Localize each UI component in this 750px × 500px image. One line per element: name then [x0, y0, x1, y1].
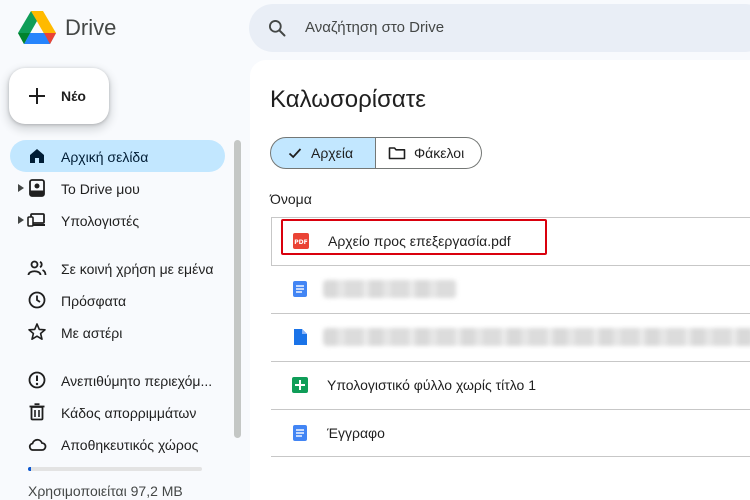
sidebar-item-my-drive[interactable]: Το Drive μου: [10, 172, 225, 204]
file-row[interactable]: [271, 265, 750, 313]
search-input[interactable]: Αναζήτηση στο Drive: [305, 19, 444, 36]
storage-used-text: Χρησιμοποιείται 97,2 MB: [28, 483, 183, 499]
sidebar-item-label: Σε κοινή χρήση με εμένα: [61, 261, 214, 277]
file-icon: [294, 329, 307, 345]
sidebar-item-home[interactable]: Αρχική σελίδα: [10, 140, 225, 172]
filter-files-button[interactable]: Αρχεία: [270, 137, 376, 169]
plus-icon: [29, 88, 45, 104]
file-row[interactable]: [271, 313, 750, 361]
main-panel: Καλωσορίσατε Αρχεία Φάκελοι Όνομα PDF Αρ…: [250, 60, 750, 500]
sidebar-item-recent[interactable]: Πρόσφατα: [10, 284, 225, 316]
column-header-name[interactable]: Όνομα: [270, 191, 312, 207]
storage-progress-bar: [28, 467, 202, 471]
my-drive-icon: [29, 179, 45, 197]
sidebar-item-computers[interactable]: Υπολογιστές: [10, 204, 225, 236]
storage-progress-fill: [28, 467, 32, 471]
sidebar-item-storage[interactable]: Αποθηκευτικός χώρος: [10, 428, 225, 460]
page-title: Καλωσορίσατε: [270, 86, 426, 113]
sidebar-item-trash[interactable]: Κάδος απορριμμάτων: [10, 396, 225, 428]
clock-icon: [28, 291, 46, 309]
sidebar-item-label: Κάδος απορριμμάτων: [61, 405, 197, 421]
sidebar-item-label: Ανεπιθύμητο περιεχόμ...: [61, 373, 213, 389]
filter-folders-button[interactable]: Φάκελοι: [376, 137, 482, 169]
highlight-box: [281, 219, 547, 255]
shared-icon: [27, 260, 47, 276]
docs-file-icon: [293, 425, 307, 441]
home-icon: [30, 149, 44, 163]
filter-segmented-control: Αρχεία Φάκελοι: [270, 137, 482, 169]
caret-right-icon[interactable]: [18, 184, 24, 192]
folder-icon: [388, 147, 406, 160]
file-row[interactable]: Υπολογιστικό φύλλο χωρίς τίτλο 1: [271, 361, 750, 409]
search-icon[interactable]: [267, 18, 287, 38]
sidebar-item-shared[interactable]: Σε κοινή χρήση με εμένα: [10, 252, 225, 284]
drive-logo-icon[interactable]: [18, 10, 56, 46]
file-row[interactable]: Έγγραφο: [271, 409, 750, 457]
obscured-file-name: [323, 328, 750, 346]
sheets-file-icon: [292, 377, 308, 393]
check-icon: [288, 148, 302, 159]
file-name[interactable]: Υπολογιστικό φύλλο χωρίς τίτλο 1: [327, 377, 536, 393]
sidebar-item-starred[interactable]: Με αστέρι: [10, 316, 225, 348]
new-button-label: Νέο: [61, 88, 86, 104]
sidebar-item-label: Το Drive μου: [61, 181, 140, 197]
sidebar-item-label: Με αστέρι: [61, 325, 123, 341]
file-name[interactable]: Έγγραφο: [327, 425, 385, 441]
docs-file-icon: [293, 281, 307, 297]
app-name: Drive: [65, 15, 117, 40]
obscured-file-name: [323, 280, 457, 298]
sidebar-item-label: Υπολογιστές: [61, 213, 140, 229]
star-icon: [28, 323, 46, 341]
cloud-icon: [28, 438, 47, 451]
search-bar[interactable]: Αναζήτηση στο Drive: [249, 4, 750, 52]
sidebar-scrollbar[interactable]: [234, 140, 241, 438]
new-button[interactable]: Νέο: [9, 68, 109, 124]
computers-icon: [27, 213, 45, 227]
sidebar-item-label: Αρχική σελίδα: [61, 149, 149, 165]
caret-right-icon[interactable]: [18, 216, 24, 224]
trash-icon: [29, 403, 45, 421]
filter-folders-label: Φάκελοι: [414, 145, 465, 161]
spam-icon: [28, 371, 46, 389]
sidebar-item-label: Αποθηκευτικός χώρος: [61, 437, 199, 453]
sidebar-item-spam[interactable]: Ανεπιθύμητο περιεχόμ...: [10, 364, 225, 396]
sidebar-item-label: Πρόσφατα: [61, 293, 127, 309]
filter-files-label: Αρχεία: [311, 145, 354, 161]
